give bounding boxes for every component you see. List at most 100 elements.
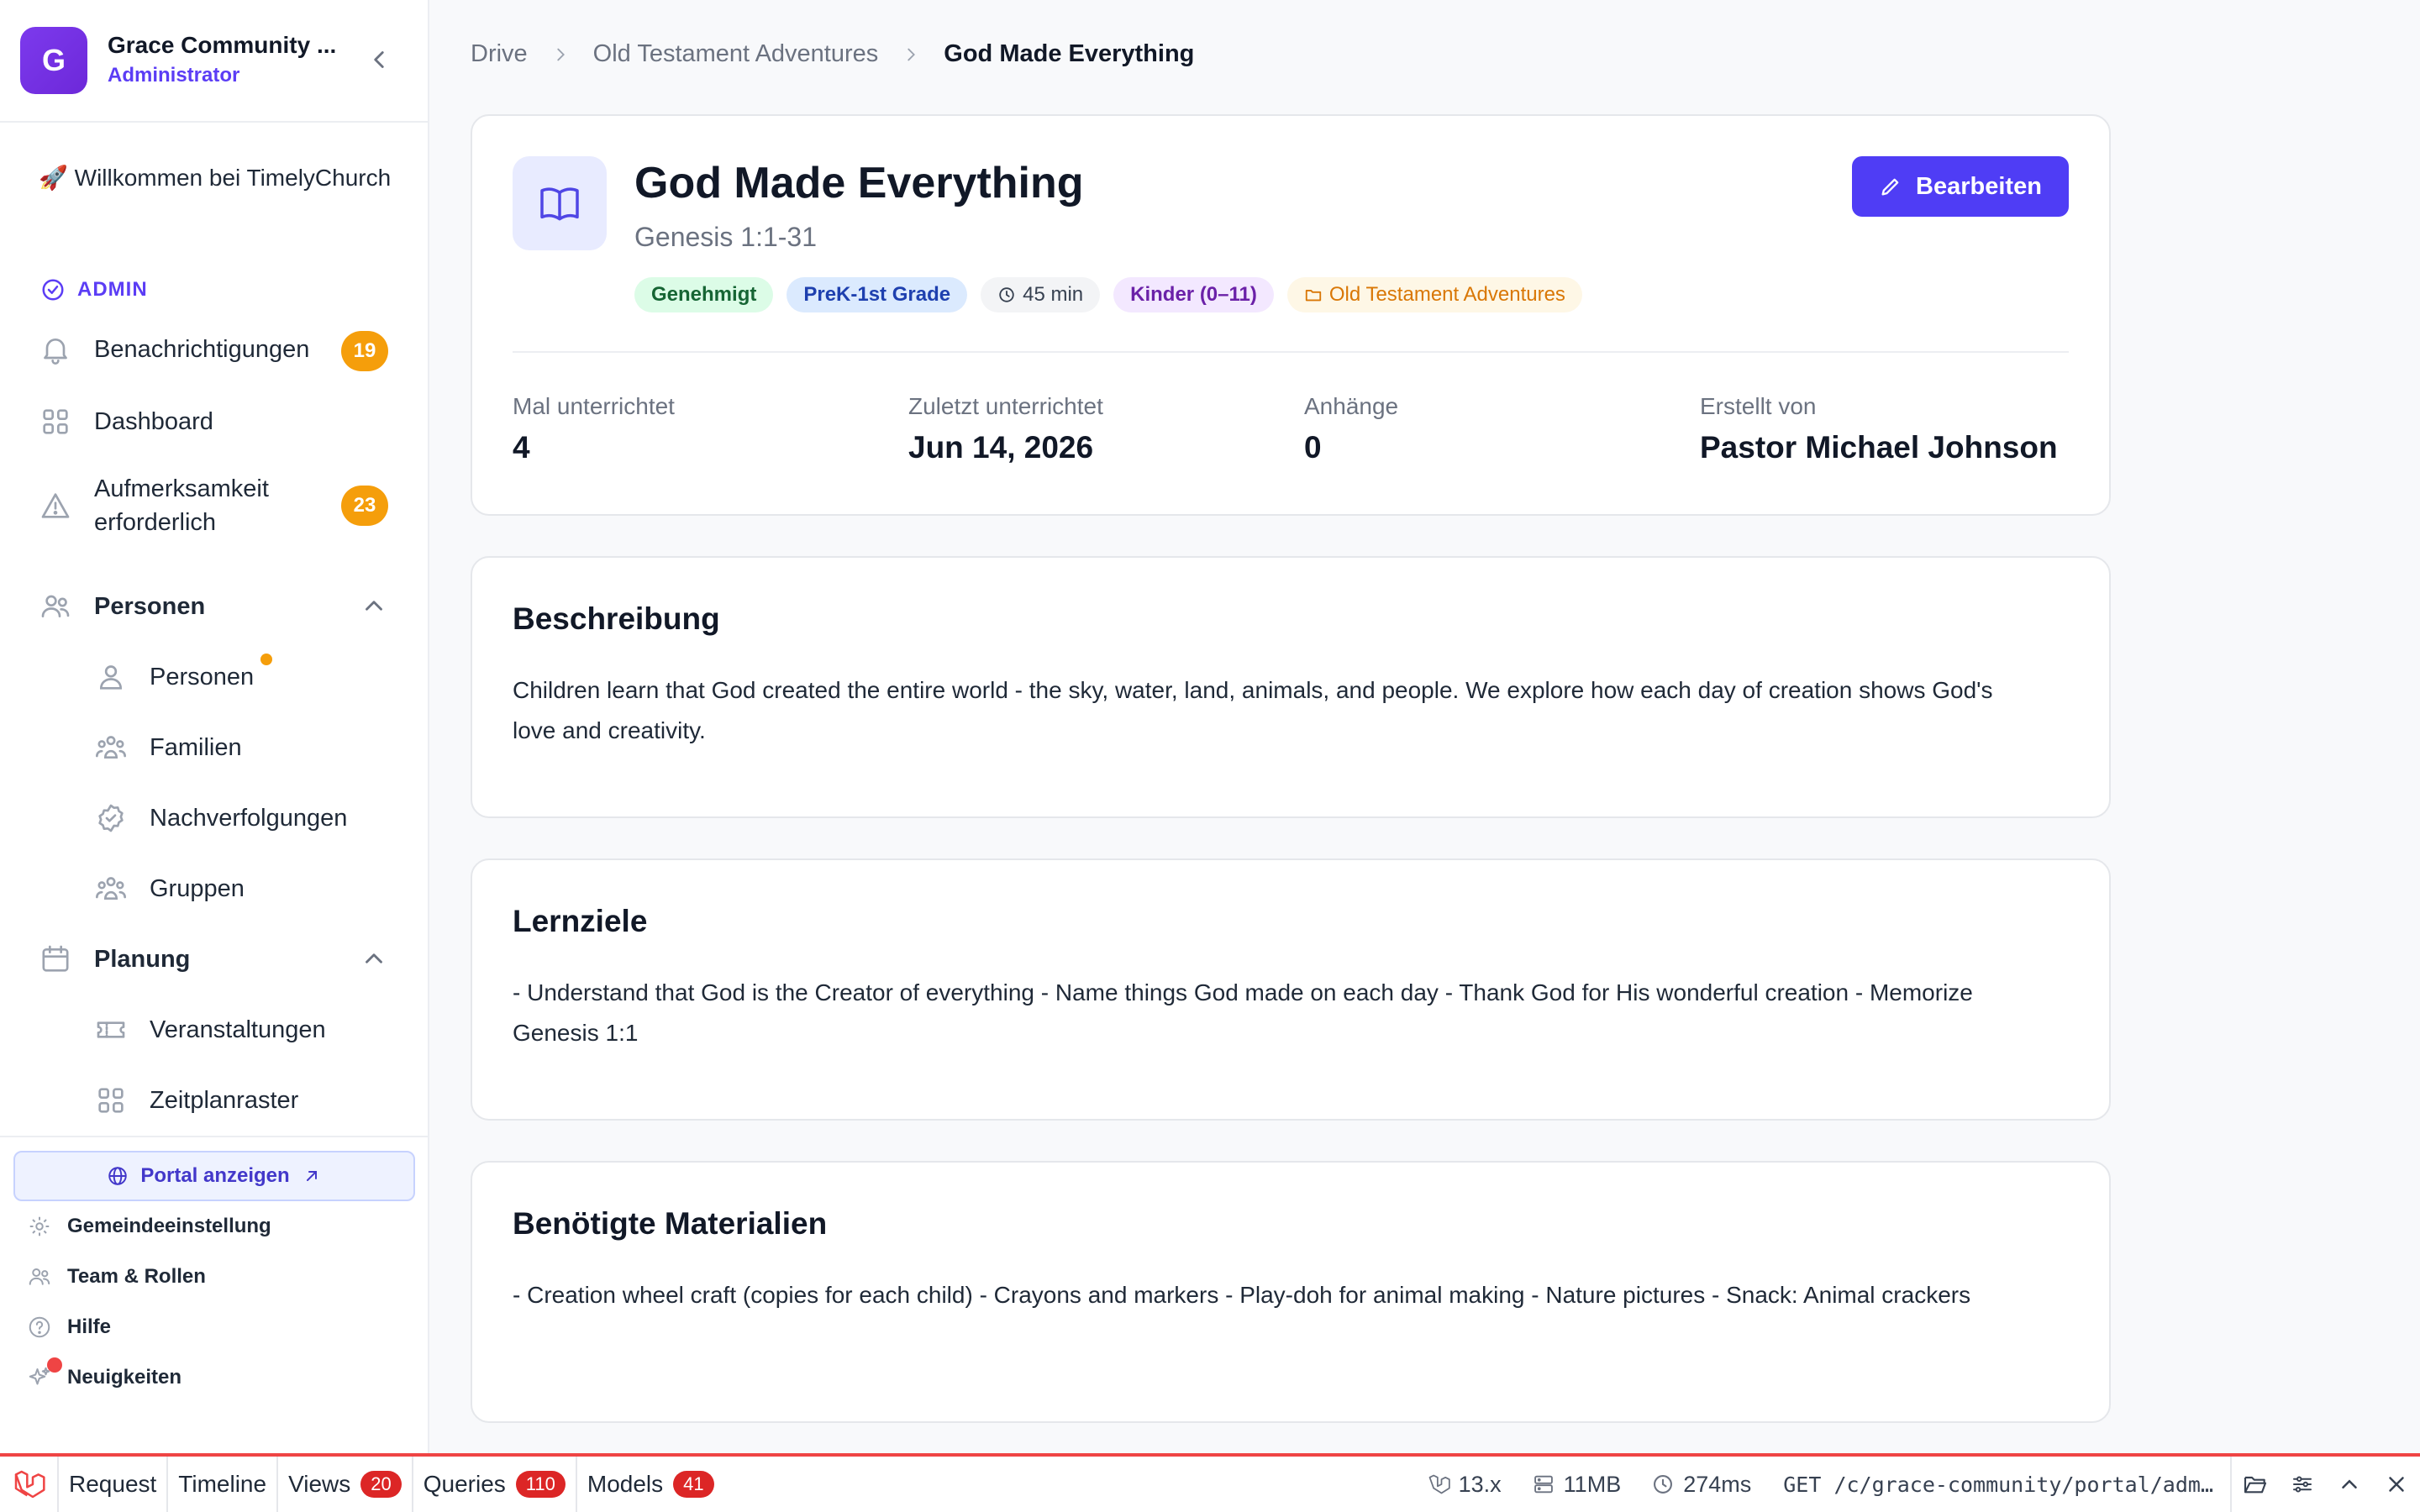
sidebar-group-label: Planung — [94, 945, 191, 973]
warning-icon — [39, 489, 72, 522]
check-circle-icon — [40, 277, 66, 302]
breadcrumb-current: God Made Everything — [944, 40, 1195, 67]
badge-check-icon — [94, 801, 128, 835]
edit-button[interactable]: Bearbeiten — [1852, 156, 2069, 217]
debug-count-badge: 41 — [673, 1471, 714, 1498]
grid-icon — [94, 1084, 128, 1117]
debug-meta: 13.x 11MB 274ms GET /c/grace-community/p… — [1412, 1457, 2420, 1512]
debug-tab-queries[interactable]: Queries 110 — [413, 1457, 577, 1512]
sidebar-item-families[interactable]: Familien — [94, 731, 242, 764]
sidebar-item-dashboard[interactable]: Dashboard — [39, 405, 213, 438]
section-title: Lernziele — [513, 904, 648, 938]
debug-time: 274ms — [1636, 1472, 1766, 1498]
sidebar-item-people[interactable]: Personen — [94, 660, 254, 694]
folder-icon — [1304, 286, 1323, 304]
lesson-scripture: Genesis 1:1-31 — [634, 222, 818, 252]
folder-open-icon[interactable] — [2232, 1457, 2279, 1512]
bell-icon — [39, 333, 72, 366]
sidebar-group-people[interactable]: Personen — [39, 590, 205, 623]
sidebar-item-followups[interactable]: Nachverfolgungen — [94, 801, 347, 835]
series-badge[interactable]: Old Testament Adventures — [1286, 277, 1582, 312]
sidebar-group-label: Personen — [94, 592, 206, 620]
debug-count-badge: 20 — [360, 1471, 402, 1498]
org-avatar: G — [20, 27, 87, 94]
sidebar-item-label-wrap: Aufmerksamkeit erforderlich — [94, 472, 269, 539]
external-link-icon — [302, 1166, 322, 1186]
stat-label: Zuletzt unterrichtet — [908, 393, 1103, 419]
chevron-right-icon — [902, 45, 920, 64]
laravel-logo-icon[interactable] — [0, 1457, 59, 1512]
debug-version-text: 13.x — [1458, 1471, 1502, 1497]
materials-card: Benötigte Materialien - Creation wheel c… — [471, 1161, 2111, 1423]
lesson-title: God Made Everything — [634, 159, 1084, 207]
close-icon[interactable] — [2373, 1457, 2420, 1512]
description-card: Beschreibung Children learn that God cre… — [471, 556, 2111, 818]
sidebar-item-schedule[interactable]: Zeitplanraster — [94, 1084, 298, 1117]
laravel-icon — [1427, 1473, 1450, 1496]
sidebar-divider — [0, 1136, 428, 1137]
debug-memory-text: 11MB — [1563, 1471, 1622, 1497]
sidebar-item-label: Aufmerksamkeit — [94, 475, 269, 502]
sidebar-group-planning[interactable]: Planung — [39, 942, 190, 976]
debug-tab-label: Queries — [423, 1471, 506, 1497]
footer-item-team[interactable]: Team & Rollen — [27, 1264, 206, 1289]
stat-value: Pastor Michael Johnson — [1700, 430, 2058, 465]
grid-icon — [39, 405, 72, 438]
breadcrumb-folder[interactable]: Old Testament Adventures — [593, 40, 879, 68]
footer-item-settings[interactable]: Gemeindeeinstellung — [27, 1214, 271, 1239]
debug-tab-request[interactable]: Request — [59, 1457, 169, 1512]
debug-count-badge: 110 — [515, 1471, 566, 1498]
chevron-right-icon — [551, 45, 570, 64]
age-badge: Kinder (0–11) — [1113, 277, 1274, 312]
chevron-up-icon[interactable] — [360, 591, 388, 620]
view-portal-button[interactable]: Portal anzeigen — [13, 1151, 415, 1201]
chevron-up-icon[interactable] — [360, 944, 388, 973]
footer-item-label: Hilfe — [67, 1315, 112, 1338]
debug-version: 13.x — [1412, 1472, 1517, 1498]
debug-route[interactable]: GET /c/grace-community/portal/adm… — [1766, 1457, 2232, 1512]
debug-bar: Request Timeline Views 20 Queries 110 Mo… — [0, 1453, 2420, 1512]
debug-tab-models[interactable]: Models 41 — [577, 1457, 724, 1512]
sidebar-item-label: Personen — [150, 663, 255, 690]
breadcrumb-drive[interactable]: Drive — [471, 40, 528, 68]
lesson-header-card: God Made Everything Genesis 1:1-31 Geneh… — [471, 114, 2111, 516]
stat-label: Erstellt von — [1700, 393, 1817, 419]
debug-tab-timeline[interactable]: Timeline — [168, 1457, 279, 1512]
view-portal-label: Portal anzeigen — [140, 1164, 290, 1187]
users-icon — [27, 1264, 52, 1289]
ticket-icon — [94, 1013, 128, 1047]
footer-item-help[interactable]: Hilfe — [27, 1315, 111, 1340]
sidebar-item-label: Dashboard — [94, 407, 213, 435]
stat-value: 0 — [1304, 430, 1322, 465]
sidebar-item-label: Benachrichtigungen — [94, 335, 310, 363]
debug-tab-views[interactable]: Views 20 — [278, 1457, 413, 1512]
stat-created-by: Erstellt von Pastor Michael Johnson — [1700, 393, 2058, 465]
sidebar-item-events[interactable]: Veranstaltungen — [94, 1013, 326, 1047]
sidebar-item-notifications[interactable]: Benachrichtigungen — [39, 333, 309, 366]
section-label-admin: ADMIN — [40, 277, 148, 302]
globe-icon — [107, 1165, 129, 1187]
sidebar-item-label: erforderlich — [94, 509, 217, 536]
sidebar: G Grace Community ... Administrator 🚀 Wi… — [0, 0, 429, 1453]
sidebar-item-label: Zeitplanraster — [150, 1086, 299, 1114]
chevron-up-icon[interactable] — [2326, 1457, 2373, 1512]
section-body: - Understand that God is the Creator of … — [513, 979, 1973, 1046]
header-divider — [513, 351, 2069, 353]
section-label-text: ADMIN — [77, 278, 148, 301]
org-switcher[interactable]: G Grace Community ... Administrator — [0, 0, 428, 123]
edit-button-label: Bearbeiten — [1916, 172, 2042, 200]
stat-value: 4 — [513, 430, 530, 465]
sidebar-item-attention[interactable]: Aufmerksamkeit erforderlich — [39, 472, 269, 539]
clock-icon — [997, 286, 1016, 304]
debug-tab-label: Request — [69, 1471, 157, 1497]
debug-tab-label: Models — [587, 1471, 664, 1497]
welcome-link[interactable]: 🚀 Willkommen bei TimelyChurch — [39, 161, 392, 195]
sidebar-item-groups[interactable]: Gruppen — [94, 872, 245, 906]
collapse-sidebar-icon[interactable] — [365, 45, 393, 74]
section-body: Children learn that God created the enti… — [513, 677, 1993, 743]
sidebar-item-label: Nachverfolgungen — [150, 804, 348, 832]
status-badge: Genehmigt — [634, 277, 774, 312]
settings-sliders-icon[interactable] — [2279, 1457, 2326, 1512]
people-status-dot — [260, 654, 272, 665]
stat-label: Anhänge — [1304, 393, 1399, 419]
